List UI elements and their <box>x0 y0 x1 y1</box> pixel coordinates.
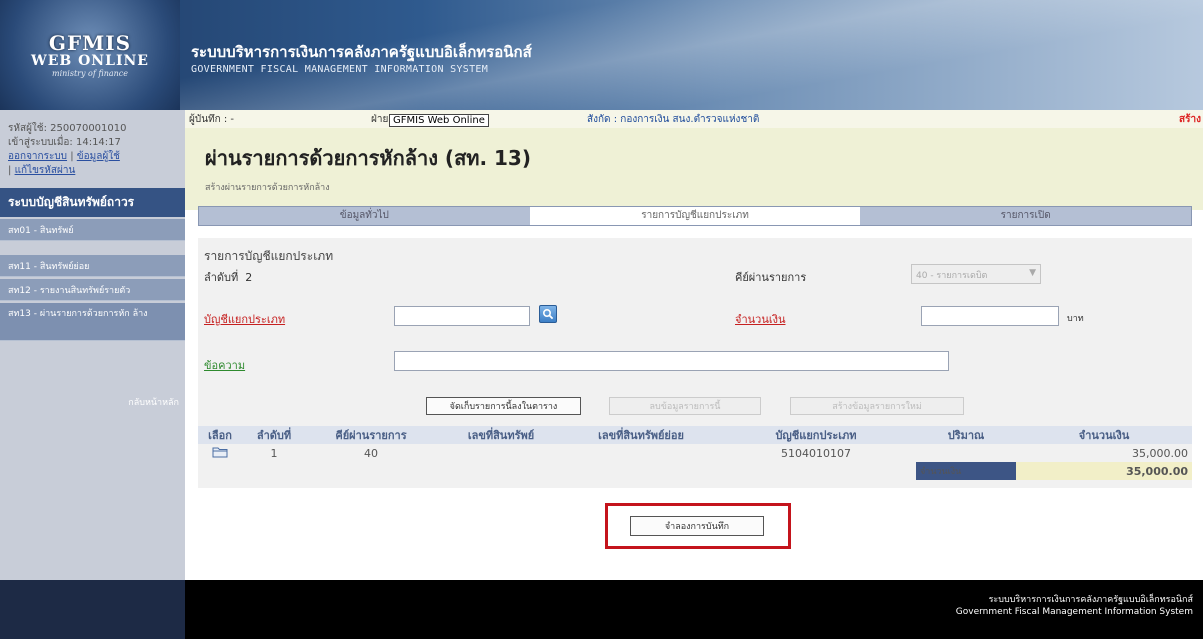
footer-left-block <box>0 580 185 639</box>
login-time: เข้าสู่ระบบเมื่อ: 14:14:17 <box>8 137 121 148</box>
header-title: ระบบบริหารการเงินการคลังภาครัฐแบบอิเล็กท… <box>191 40 532 75</box>
table-header-row: เลือก ลำดับที่ คีย์ผ่านรายการ เลขที่สินท… <box>198 426 1192 444</box>
affiliation-text: สังกัด : กองการเงิน สนง.ตำรวจแห่งชาติ <box>587 113 760 125</box>
page-subtitle: สร้างผ่านรายการด้วยการหักล้าง <box>205 183 330 193</box>
col-asset: เลขที่สินทรัพย์ <box>436 426 566 444</box>
sidebar-item-clearing[interactable]: สท13 - ผ่านรายการด้วยการหัก ล้าง <box>0 303 185 341</box>
row-posting-key: 40 <box>364 446 378 460</box>
recorder-text: ผู้บันทึก : - <box>189 113 235 125</box>
text-label-link[interactable]: ข้อความ <box>204 356 245 374</box>
menu-title: ระบบบัญชีสินทรัพย์ถาวร <box>0 188 185 217</box>
col-sub-asset: เลขที่สินทรัพย์ย่อย <box>566 426 716 444</box>
gfmis-logo: GFMIS WEB ONLINE ministry of finance <box>0 0 180 110</box>
mode-label: สร้าง <box>1179 113 1201 125</box>
row-amount: 35,000.00 <box>1132 446 1188 460</box>
gl-label-link[interactable]: บัญชีแยกประเภท <box>204 310 285 328</box>
main-content: ผู้บันทึก : - ฝ่าย GFMIS Web Online สังก… <box>185 110 1203 580</box>
simulate-save-button[interactable]: จำลองการบันทึก <box>630 516 764 536</box>
posting-key-label: คีย์ผ่านรายการ <box>735 271 807 284</box>
header-title-thai: ระบบบริหารการเงินการคลังภาครัฐแบบอิเล็กท… <box>191 43 532 61</box>
gl-section: รายการบัญชีแยกประเภท ลำดับที่ 2 คีย์ผ่าน… <box>198 238 1192 488</box>
back-home-link[interactable]: กลับหน้าหลัก <box>128 395 179 409</box>
sidebar-item-asset[interactable]: สท01 - สินทรัพย์ <box>0 219 185 241</box>
footer-thai: ระบบบริหารการเงินการคลังภาครัฐแบบอิเล็กท… <box>988 595 1193 605</box>
search-button[interactable] <box>539 305 557 323</box>
user-data-link[interactable]: ข้อมูลผู้ใช้ <box>77 151 120 162</box>
footer-english: Government Fiscal Management Information… <box>955 607 1193 617</box>
col-seq: ลำดับที่ <box>242 426 306 444</box>
footer-text: ระบบบริหารการเงินการคลังภาครัฐแบบอิเล็กท… <box>956 594 1193 618</box>
tab-general[interactable]: ข้อมูลทั่วไป <box>199 207 530 225</box>
header-title-english: GOVERNMENT FISCAL MANAGEMENT INFORMATION… <box>191 64 489 75</box>
page-title: ผ่านรายการด้วยการหักล้าง (สท. 13) <box>205 146 531 170</box>
col-select: เลือก <box>198 426 242 444</box>
folder-icon[interactable] <box>212 446 228 458</box>
app-footer: ระบบบริหารการเงินการคลังภาครัฐแบบอิเล็กท… <box>0 580 1203 639</box>
row-gl: 5104010107 <box>781 446 851 460</box>
tab-open-items[interactable]: รายการเปิด <box>860 207 1191 225</box>
amount-input[interactable] <box>921 306 1059 326</box>
dept-text: ฝ่าย <box>371 113 389 125</box>
title-area: ผ่านรายการด้วยการหักล้าง (สท. 13) สร้างผ… <box>185 128 1203 210</box>
app-header: GFMIS WEB ONLINE ministry of finance ระบ… <box>0 0 1203 110</box>
col-qty: ปริมาณ <box>916 426 1016 444</box>
col-gl: บัญชีแยกประเภท <box>716 426 916 444</box>
logo-main-text: GFMIS <box>48 30 132 55</box>
edit-password-link[interactable]: แก้ไขรหัสผ่าน <box>15 165 76 176</box>
row-seq: 1 <box>270 446 278 460</box>
seq-value: 2 <box>245 271 253 284</box>
currency-label: บาท <box>1067 314 1084 324</box>
info-bar: ผู้บันทึก : - ฝ่าย GFMIS Web Online สังก… <box>185 110 1203 128</box>
tab-bar: ข้อมูลทั่วไป รายการบัญชีแยกประเภท รายการ… <box>198 206 1192 226</box>
tab-gl-items[interactable]: รายการบัญชีแยกประเภท <box>529 207 861 225</box>
posting-key-select[interactable]: 40 - รายการเดบิต ▼ <box>911 264 1041 284</box>
logo-sub-text: WEB ONLINE <box>31 52 149 69</box>
table-total-row: จำนวนเงิน 35,000.00 <box>198 462 1192 480</box>
logout-link[interactable]: ออกจากระบบ <box>8 151 67 162</box>
tooltip: GFMIS Web Online <box>389 114 489 127</box>
text-input[interactable] <box>394 351 949 371</box>
logo-ministry-text: ministry of finance <box>51 68 128 78</box>
row-asset <box>436 444 566 462</box>
new-row-button[interactable]: สร้างข้อมูลรายการใหม่ <box>790 397 964 415</box>
gl-items-table: เลือก ลำดับที่ คีย์ผ่านรายการ เลขที่สินท… <box>198 426 1192 480</box>
sidebar-item-asset-report[interactable]: สท12 - รายงานสินทรัพย์รายตัว <box>0 279 185 301</box>
gl-input[interactable] <box>394 306 530 326</box>
col-amount: จำนวนเงิน <box>1016 426 1192 444</box>
row-select-cell[interactable] <box>198 444 242 462</box>
delete-row-button[interactable]: ลบข้อมูลรายการนี้ <box>609 397 761 415</box>
sidebar: รหัสผู้ใช้: 250070001010 เข้าสู่ระบบเมื่… <box>0 110 185 580</box>
row-sub-asset <box>566 444 716 462</box>
col-posting-key: คีย์ผ่านรายการ <box>306 426 436 444</box>
user-id: รหัสผู้ใช้: 250070001010 <box>8 123 127 134</box>
section-title: รายการบัญชีแยกประเภท <box>204 249 334 263</box>
save-highlight-frame: จำลองการบันทึก <box>605 503 791 549</box>
chevron-down-icon: ▼ <box>1029 268 1036 278</box>
seq-label: ลำดับที่ 2 <box>204 271 253 284</box>
sidebar-item-sub-asset[interactable]: สท11 - สินทรัพย์ย่อย <box>0 255 185 277</box>
store-row-button[interactable]: จัดเก็บรายการนี้ลงในตาราง <box>426 397 581 415</box>
total-label: จำนวนเงิน <box>916 462 1016 480</box>
table-row[interactable]: 1 40 5104010107 35,000.00 <box>198 444 1192 462</box>
amount-label-link[interactable]: จำนวนเงิน <box>735 310 786 328</box>
user-info: รหัสผู้ใช้: 250070001010 เข้าสู่ระบบเมื่… <box>0 110 185 184</box>
total-value: 35,000.00 <box>1016 462 1192 480</box>
row-qty <box>916 444 1016 462</box>
search-icon <box>542 308 554 320</box>
